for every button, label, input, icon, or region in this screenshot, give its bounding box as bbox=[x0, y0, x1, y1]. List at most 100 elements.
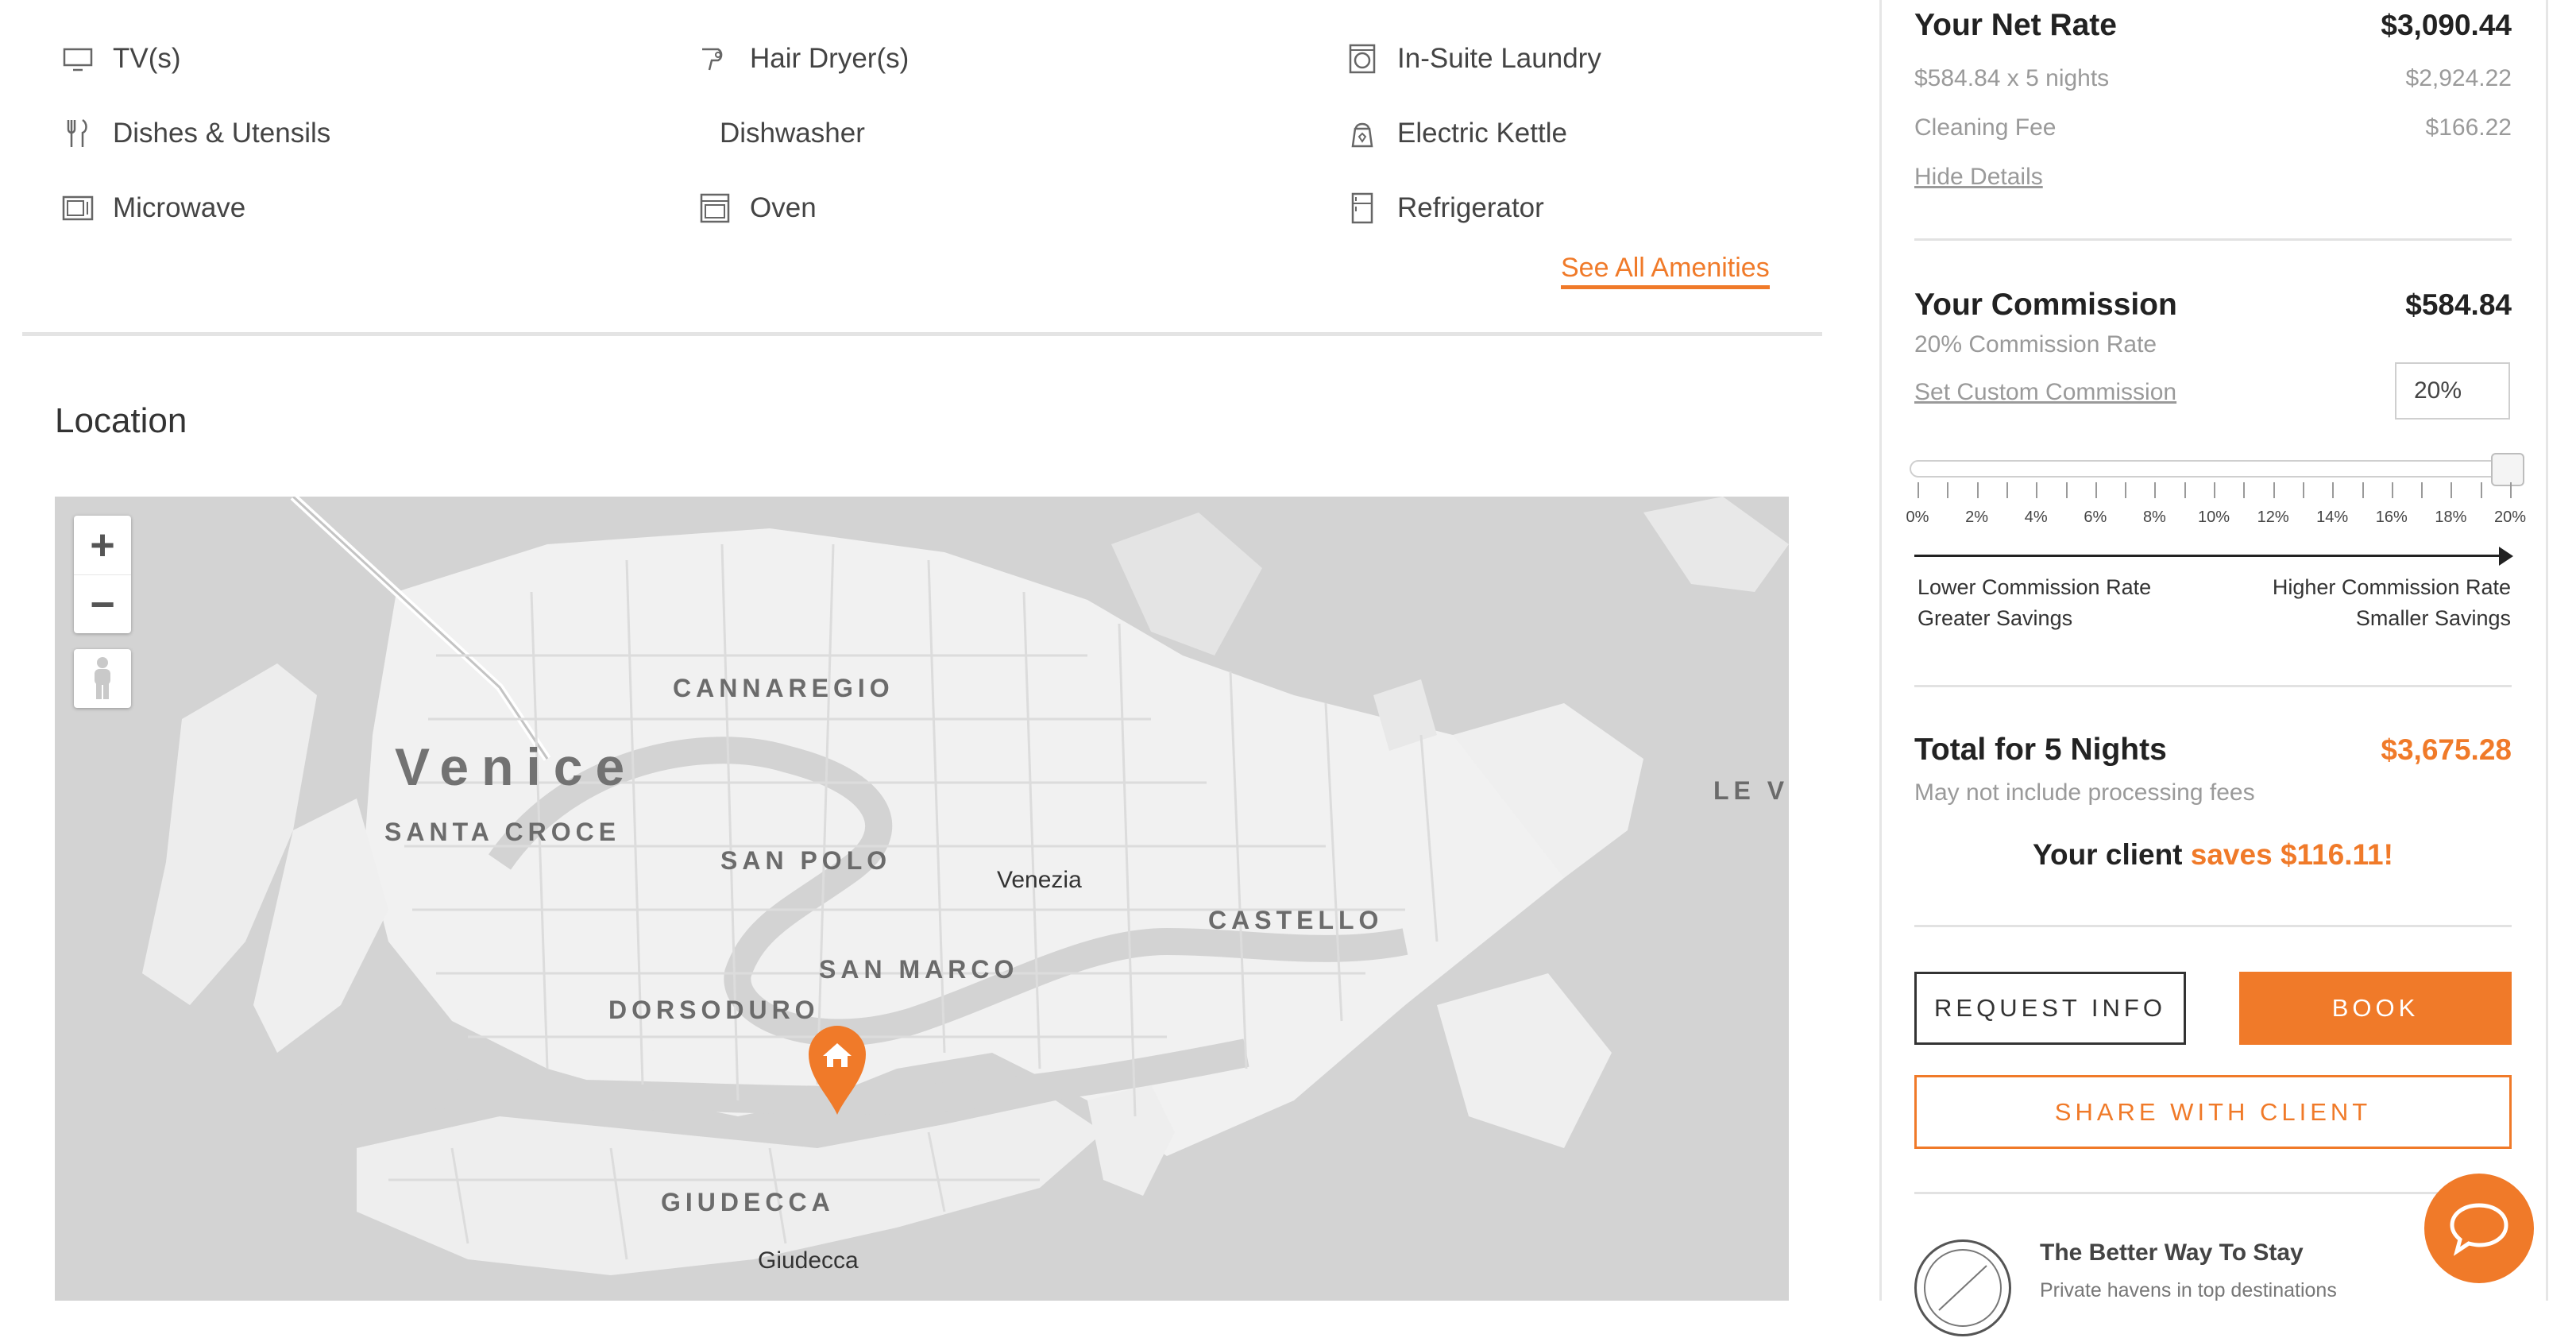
slider-tick bbox=[2036, 482, 2038, 498]
cleaning-label: Cleaning Fee bbox=[1914, 114, 2057, 141]
slider-tick bbox=[2125, 482, 2127, 498]
net-rate-value: $3,090.44 bbox=[2381, 9, 2512, 41]
processing-note: May not include processing fees bbox=[1914, 779, 2255, 806]
savings-prefix: Your client bbox=[2033, 838, 2191, 871]
see-all-amenities-link[interactable]: See All Amenities bbox=[1561, 253, 1770, 289]
book-button[interactable]: BOOK bbox=[2239, 972, 2512, 1045]
map-label-san-marco: SAN MARCO bbox=[819, 955, 1019, 984]
lower-rate-text: Lower Commission Rate bbox=[1918, 575, 2152, 599]
map-label-san-polo: SAN POLO bbox=[720, 846, 892, 875]
net-rate-label: Your Net Rate bbox=[1914, 8, 2117, 42]
commission-slider-thumb[interactable] bbox=[2491, 453, 2524, 486]
commission-row: Your Commission $584.84 bbox=[1914, 288, 2512, 323]
slider-tick bbox=[2332, 482, 2335, 498]
hair-dryer-icon bbox=[699, 43, 731, 75]
amenity-utensils: Dishes & Utensils bbox=[62, 118, 330, 149]
total-value: $3,675.28 bbox=[2381, 733, 2512, 766]
slider-tick-label: 14% bbox=[2316, 509, 2349, 526]
commission-input[interactable]: 20% bbox=[2395, 362, 2510, 420]
slider-tick bbox=[2243, 482, 2246, 498]
slider-tick bbox=[2450, 482, 2453, 498]
amenity-label: Electric Kettle bbox=[1397, 118, 1567, 149]
slider-tick bbox=[2214, 482, 2215, 498]
slider-tick bbox=[2273, 482, 2275, 498]
location-map[interactable]: CANNAREGIO Venice SANTA CROCE SAN POLO V… bbox=[55, 497, 1789, 1301]
wholesale-seal-icon bbox=[1924, 1249, 2002, 1327]
slider-tick-label: 12% bbox=[2257, 509, 2289, 526]
map-label-le-vi: LE VI bbox=[1713, 776, 1789, 805]
divider bbox=[1914, 1192, 2512, 1194]
slider-tick-label: 8% bbox=[2142, 509, 2166, 526]
processing-note-row: May not include processing fees bbox=[1914, 779, 2512, 806]
amenity-refrigerator: Refrigerator bbox=[1346, 192, 1544, 224]
slider-tick bbox=[2480, 482, 2482, 498]
arrow-right-icon bbox=[2499, 547, 2513, 566]
total-label: Total for 5 Nights bbox=[1914, 733, 2167, 767]
client-savings: Your client saves $116.11! bbox=[1914, 838, 2512, 872]
slider-tick-label: 4% bbox=[2024, 509, 2048, 526]
slider-tick bbox=[2065, 482, 2068, 498]
divider bbox=[1914, 238, 2512, 241]
nights-row: $584.84 x 5 nights $2,924.22 bbox=[1914, 65, 2512, 92]
amenity-microwave: Microwave bbox=[62, 192, 245, 224]
slider-tick-label: 2% bbox=[1965, 509, 1989, 526]
amenity-kettle: Electric Kettle bbox=[1346, 118, 1567, 149]
promo-subtitle: Private havens in top destinations bbox=[2040, 1279, 2337, 1301]
slider-tick-label: 0% bbox=[1906, 509, 1929, 526]
laundry-icon bbox=[1346, 43, 1378, 75]
utensils-icon bbox=[62, 118, 94, 149]
street-view-pegman[interactable] bbox=[74, 649, 131, 708]
map-label-santa-croce: SANTA CROCE bbox=[384, 818, 621, 846]
wholesale-badge bbox=[1914, 1239, 2011, 1336]
section-divider bbox=[22, 332, 1822, 336]
slider-tick bbox=[1947, 482, 1949, 498]
share-with-client-button[interactable]: SHARE WITH CLIENT bbox=[1914, 1075, 2512, 1149]
request-info-button[interactable]: REQUEST INFO bbox=[1914, 972, 2186, 1045]
slider-tick bbox=[1918, 482, 1919, 498]
pegman-icon bbox=[95, 657, 110, 699]
panel-left-border bbox=[1879, 0, 1882, 1301]
home-pin-icon bbox=[809, 1026, 866, 1115]
amenity-label: Dishes & Utensils bbox=[113, 118, 331, 149]
slider-tick bbox=[2302, 482, 2304, 498]
amenity-label: In-Suite Laundry bbox=[1397, 43, 1601, 74]
nights-value: $2,924.22 bbox=[2405, 65, 2512, 91]
greater-savings-text: Greater Savings bbox=[1918, 606, 2073, 630]
slider-tick bbox=[2362, 482, 2364, 498]
commission-label: Your Commission bbox=[1914, 288, 2177, 322]
panel-right-border bbox=[2546, 0, 2548, 1301]
cleaning-row: Cleaning Fee $166.22 bbox=[1914, 114, 2512, 141]
slider-tick bbox=[2154, 482, 2157, 498]
slider-tick bbox=[2391, 482, 2393, 498]
slider-tick bbox=[2421, 482, 2423, 498]
amenity-laundry: In-Suite Laundry bbox=[1346, 43, 1601, 75]
amenity-dishwasher: Dishwasher bbox=[720, 118, 865, 149]
set-custom-commission-link[interactable]: Set Custom Commission bbox=[1914, 379, 2176, 406]
amenity-tv: TV(s) bbox=[62, 43, 181, 75]
amenity-label: Dishwasher bbox=[720, 118, 865, 149]
map-label-venice: Venice bbox=[395, 737, 638, 796]
map-label-giudecca: Giudecca bbox=[758, 1247, 859, 1274]
zoom-in-button[interactable]: + bbox=[74, 516, 131, 574]
location-title: Location bbox=[55, 401, 187, 440]
microwave-icon bbox=[62, 192, 94, 224]
slider-tick bbox=[2510, 482, 2512, 498]
hide-details-link[interactable]: Hide Details bbox=[1914, 164, 2043, 191]
oven-icon bbox=[699, 192, 731, 224]
amenity-label: Oven bbox=[750, 192, 817, 223]
net-rate-row: Your Net Rate $3,090.44 bbox=[1914, 8, 2512, 43]
commission-rate-row: 20% Commission Rate bbox=[1914, 331, 2512, 358]
map-label-dorsoduro: DORSODURO bbox=[608, 996, 820, 1024]
total-row: Total for 5 Nights $3,675.28 bbox=[1914, 733, 2512, 768]
chat-button[interactable] bbox=[2424, 1174, 2534, 1283]
map-canvas bbox=[55, 497, 1789, 1301]
commission-value: $584.84 bbox=[2405, 288, 2512, 321]
property-location-pin[interactable] bbox=[805, 1021, 869, 1116]
zoom-out-button[interactable]: − bbox=[74, 574, 131, 634]
amenity-label: Microwave bbox=[113, 192, 246, 223]
commission-slider-track[interactable] bbox=[1910, 460, 2510, 478]
savings-amount: saves $116.11! bbox=[2190, 838, 2393, 871]
map-label-cannaregio: CANNAREGIO bbox=[673, 674, 894, 702]
promo-title: The Better Way To Stay bbox=[2040, 1239, 2304, 1266]
higher-rate-text: Higher Commission Rate bbox=[2272, 575, 2511, 599]
